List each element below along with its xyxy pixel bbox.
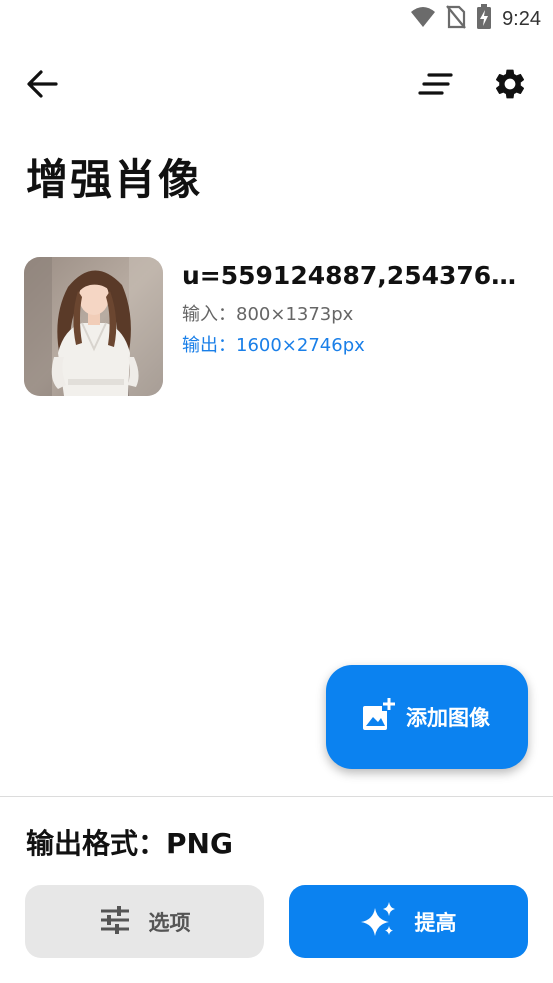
arrow-back-icon: [26, 69, 58, 103]
enhance-button[interactable]: 提高: [289, 885, 528, 958]
file-name: u=559124887,2543760…: [182, 261, 532, 290]
enhance-label: 提高: [414, 910, 457, 935]
input-resolution: 输入：800×1373px: [182, 304, 354, 325]
sliders-icon: [99, 905, 131, 938]
wifi-icon: [410, 6, 436, 32]
output-resolution: 输出：1600×2746px: [182, 335, 365, 356]
screen: 9:24 增强肖像 u=559124887,2543760… 输入：800×13…: [0, 0, 553, 983]
gear-icon: [492, 66, 528, 106]
page-title: 增强肖像: [26, 155, 203, 204]
image-list-item[interactable]: u=559124887,2543760… 输入：800×1373px 输出：16…: [24, 257, 534, 397]
app-bar: [0, 60, 553, 114]
sort-lines-icon: [418, 72, 454, 100]
add-image-label: 添加图像: [406, 706, 490, 730]
status-icons: 9:24: [410, 4, 541, 34]
status-bar: 9:24: [0, 0, 553, 38]
back-button[interactable]: [18, 62, 66, 110]
status-time: 9:24: [502, 7, 541, 30]
divider: [0, 796, 553, 797]
options-button[interactable]: 选项: [25, 885, 264, 958]
add-photo-icon: [360, 697, 396, 737]
options-label: 选项: [148, 910, 191, 935]
battery-charging-icon: [476, 4, 492, 34]
no-sim-icon: [446, 5, 466, 33]
settings-button[interactable]: [486, 62, 534, 110]
sparkles-icon: [360, 901, 397, 942]
sort-button[interactable]: [412, 62, 460, 110]
output-format-label[interactable]: 输出格式：PNG: [26, 822, 233, 862]
add-image-fab[interactable]: 添加图像: [326, 665, 528, 769]
image-thumbnail[interactable]: [24, 257, 163, 396]
